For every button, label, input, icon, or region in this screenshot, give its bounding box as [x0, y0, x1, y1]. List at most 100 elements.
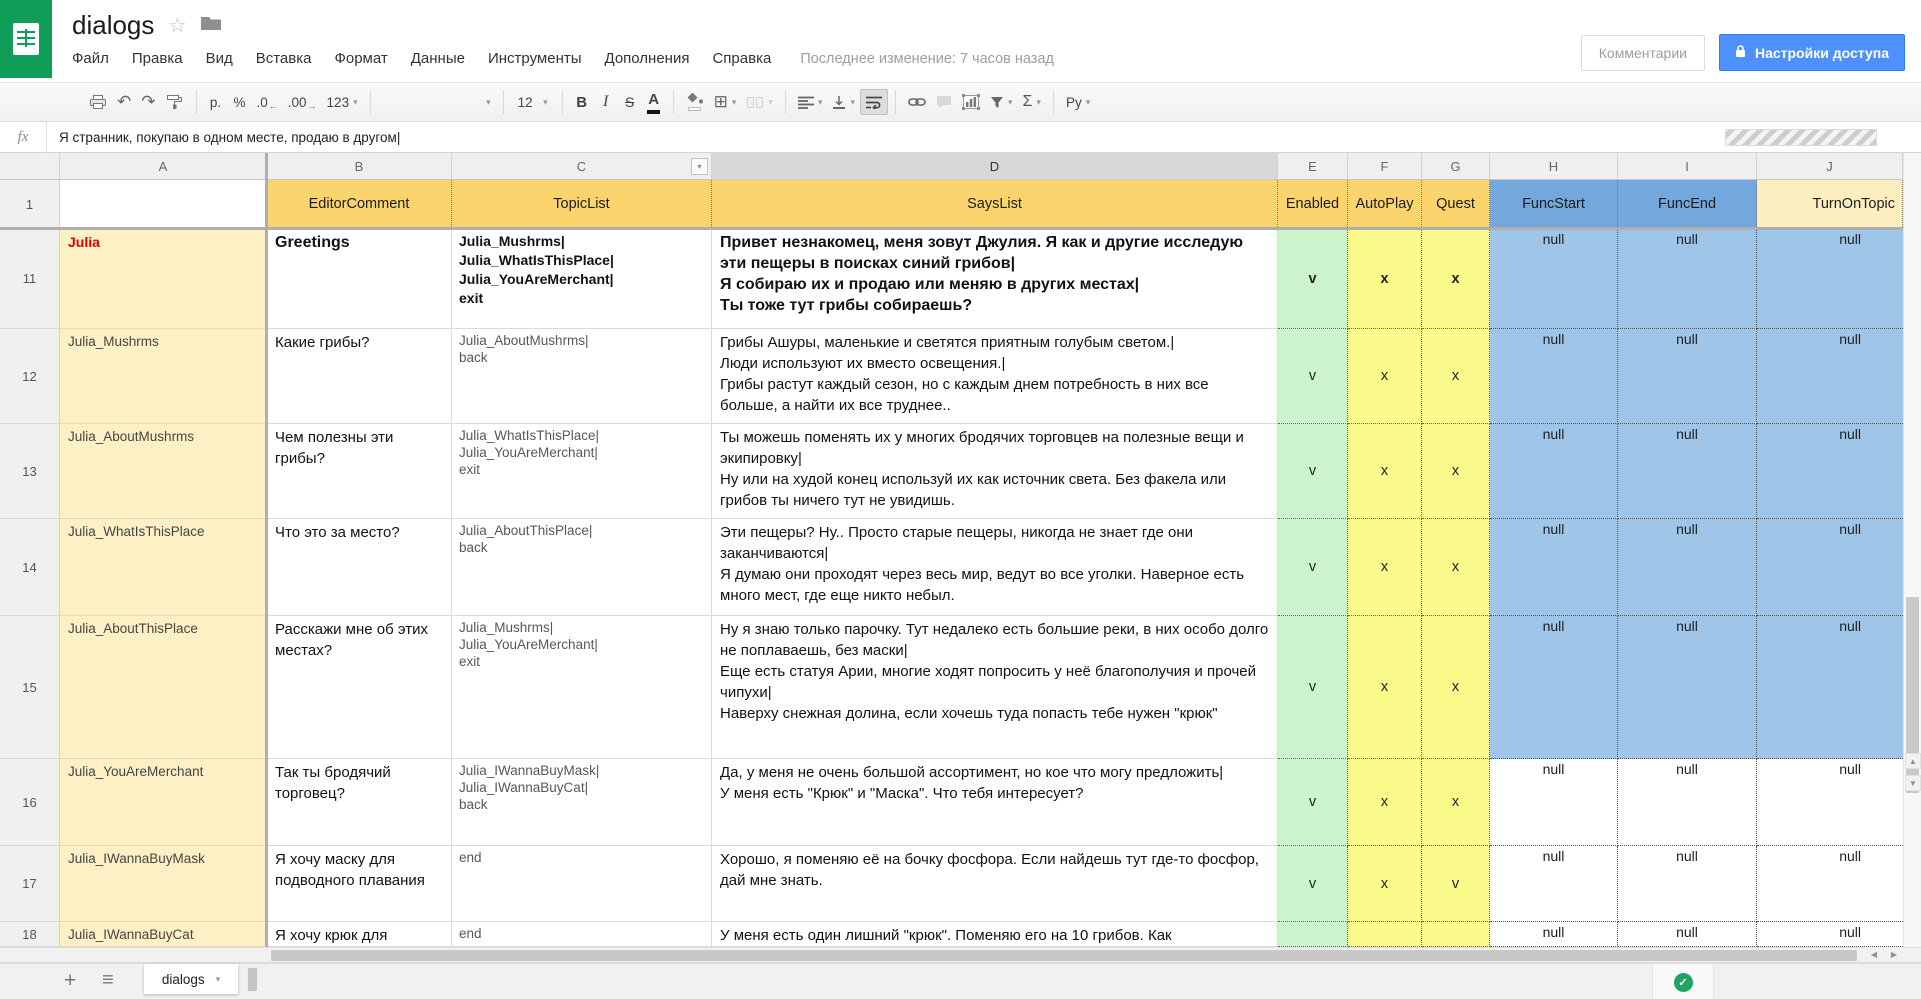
comments-button[interactable]: Комментарии [1581, 35, 1705, 71]
filter-dropdown-icon[interactable]: ▾ [691, 158, 708, 175]
row-header-12[interactable]: 12 [0, 329, 60, 424]
cell-h13[interactable]: null [1490, 424, 1618, 519]
print-button[interactable] [84, 89, 112, 115]
cell-f17[interactable]: x [1348, 846, 1422, 922]
cell-j13[interactable]: null [1757, 424, 1903, 519]
borders-button[interactable]: ⊞▾ [709, 89, 742, 115]
column-header-d[interactable]: D [712, 153, 1278, 180]
cell-g13[interactable]: x [1422, 424, 1490, 519]
cell-d14[interactable]: Эти пещеры? Ну.. Просто старые пещеры, н… [712, 519, 1278, 616]
cell-j15[interactable]: null [1757, 616, 1903, 759]
paint-format-button[interactable] [161, 89, 189, 115]
cell-e1[interactable]: Enabled [1278, 180, 1348, 229]
cell-e18[interactable] [1278, 922, 1348, 947]
currency-format-button[interactable]: р. [204, 89, 228, 115]
select-all-corner[interactable] [0, 153, 60, 180]
document-title[interactable]: dialogs [72, 10, 154, 41]
scroll-down-button[interactable]: ▼ [1905, 775, 1921, 791]
cell-c18[interactable]: end [452, 922, 712, 947]
cell-h15[interactable]: null [1490, 616, 1618, 759]
input-tools-button[interactable]: Ру▾ [1061, 89, 1095, 115]
cell-b17[interactable]: Я хочу маску для подводного плавания [267, 846, 452, 922]
number-format-button[interactable]: 123▾ [322, 89, 363, 115]
cell-b12[interactable]: Какие грибы? [267, 329, 452, 424]
cell-i13[interactable]: null [1618, 424, 1757, 519]
menu-tools[interactable]: Инструменты [488, 50, 582, 67]
cell-e15[interactable]: v [1278, 616, 1348, 759]
text-wrap-button[interactable] [860, 89, 888, 115]
cell-c1[interactable]: TopicList [452, 180, 712, 229]
share-button[interactable]: Настройки доступа [1719, 34, 1905, 71]
cell-c14[interactable]: Julia_AboutThisPlace| back [452, 519, 712, 616]
sheet-tab-dialogs[interactable]: dialogs ▾ [144, 964, 238, 994]
frozen-row-divider[interactable] [0, 227, 1903, 230]
cell-f13[interactable]: x [1348, 424, 1422, 519]
menu-edit[interactable]: Правка [132, 50, 183, 67]
cell-b11[interactable]: Greetings [267, 229, 452, 329]
cell-f15[interactable]: x [1348, 616, 1422, 759]
merge-cells-button[interactable]: ▾ [741, 89, 778, 115]
column-header-b[interactable]: B [267, 153, 452, 180]
last-edit-status[interactable]: Последнее изменение: 7 часов назад [800, 51, 1054, 67]
frozen-column-divider[interactable] [265, 153, 268, 947]
column-header-f[interactable]: F [1348, 153, 1422, 180]
cell-b13[interactable]: Чем полезны эти грибы? [267, 424, 452, 519]
cell-a18[interactable]: Julia_IWannaBuyCat [60, 922, 267, 947]
cell-c15[interactable]: Julia_Mushrms| Julia_YouAreMerchant| exi… [452, 616, 712, 759]
column-header-j[interactable]: J [1757, 153, 1903, 180]
strikethrough-button[interactable]: S [618, 89, 642, 115]
cell-h17[interactable]: null [1490, 846, 1618, 922]
menu-help[interactable]: Справка [712, 50, 771, 67]
cell-i11[interactable]: null [1618, 229, 1757, 329]
row-header-1[interactable]: 1 [0, 180, 60, 229]
cell-g14[interactable]: x [1422, 519, 1490, 616]
cell-a13[interactable]: Julia_AboutMushrms [60, 424, 267, 519]
menu-data[interactable]: Данные [411, 50, 465, 67]
cell-i17[interactable]: null [1618, 846, 1757, 922]
font-size-dropdown[interactable]: 12▾ [511, 89, 555, 115]
cell-g12[interactable]: x [1422, 329, 1490, 424]
cell-c13[interactable]: Julia_WhatIsThisPlace| Julia_YouAreMerch… [452, 424, 712, 519]
percent-format-button[interactable]: % [228, 89, 252, 115]
cell-d16[interactable]: Да, у меня не очень большой ассортимент,… [712, 759, 1278, 846]
decrease-decimal-button[interactable]: .0← [252, 89, 283, 115]
insert-comment-button[interactable] [931, 89, 957, 115]
column-header-e[interactable]: E [1278, 153, 1348, 180]
italic-button[interactable]: I [594, 89, 618, 115]
menu-format[interactable]: Формат [334, 50, 387, 67]
insert-link-button[interactable] [903, 89, 931, 115]
cell-j1[interactable]: TurnOnTopic [1757, 180, 1903, 229]
row-header-17[interactable]: 17 [0, 846, 60, 922]
cell-b18[interactable]: Я хочу крюк для [267, 922, 452, 947]
cell-i18[interactable]: null [1618, 922, 1757, 947]
functions-button[interactable]: Σ▾ [1018, 89, 1046, 115]
increase-decimal-button[interactable]: .00→ [283, 89, 322, 115]
vertical-align-button[interactable]: ▾ [827, 89, 860, 115]
cell-f18[interactable] [1348, 922, 1422, 947]
cell-b16[interactable]: Так ты бродячий торговец? [267, 759, 452, 846]
cell-d11[interactable]: Привет незнакомец, меня зовут Джулия. Я … [712, 229, 1278, 329]
cell-d12[interactable]: Грибы Ашуры, маленькие и светятся приятн… [712, 329, 1278, 424]
cell-i15[interactable]: null [1618, 616, 1757, 759]
cell-d13[interactable]: Ты можешь поменять их у многих бродячих … [712, 424, 1278, 519]
cell-d17[interactable]: Хорошо, я поменяю её на бочку фосфора. Е… [712, 846, 1278, 922]
cell-f16[interactable]: x [1348, 759, 1422, 846]
cell-e12[interactable]: v [1278, 329, 1348, 424]
cell-h16[interactable]: null [1490, 759, 1618, 846]
cell-f12[interactable]: x [1348, 329, 1422, 424]
cell-e17[interactable]: v [1278, 846, 1348, 922]
cell-c11[interactable]: Julia_Mushrms| Julia_WhatIsThisPlace| Ju… [452, 229, 712, 329]
insert-chart-button[interactable] [957, 89, 985, 115]
redo-button[interactable]: ↷ [136, 89, 160, 115]
cell-c16[interactable]: Julia_IWannaBuyMask| Julia_IWannaBuyCat|… [452, 759, 712, 846]
cell-g17[interactable]: v [1422, 846, 1490, 922]
cell-a1[interactable] [60, 180, 267, 229]
cell-e13[interactable]: v [1278, 424, 1348, 519]
sheets-logo-icon[interactable] [0, 0, 52, 78]
cell-f14[interactable]: x [1348, 519, 1422, 616]
scroll-right-button[interactable]: ▶ [1885, 947, 1903, 962]
cell-b15[interactable]: Расскажи мне об этих местах? [267, 616, 452, 759]
cell-g18[interactable] [1422, 922, 1490, 947]
cell-h14[interactable]: null [1490, 519, 1618, 616]
cell-h18[interactable]: null [1490, 922, 1618, 947]
